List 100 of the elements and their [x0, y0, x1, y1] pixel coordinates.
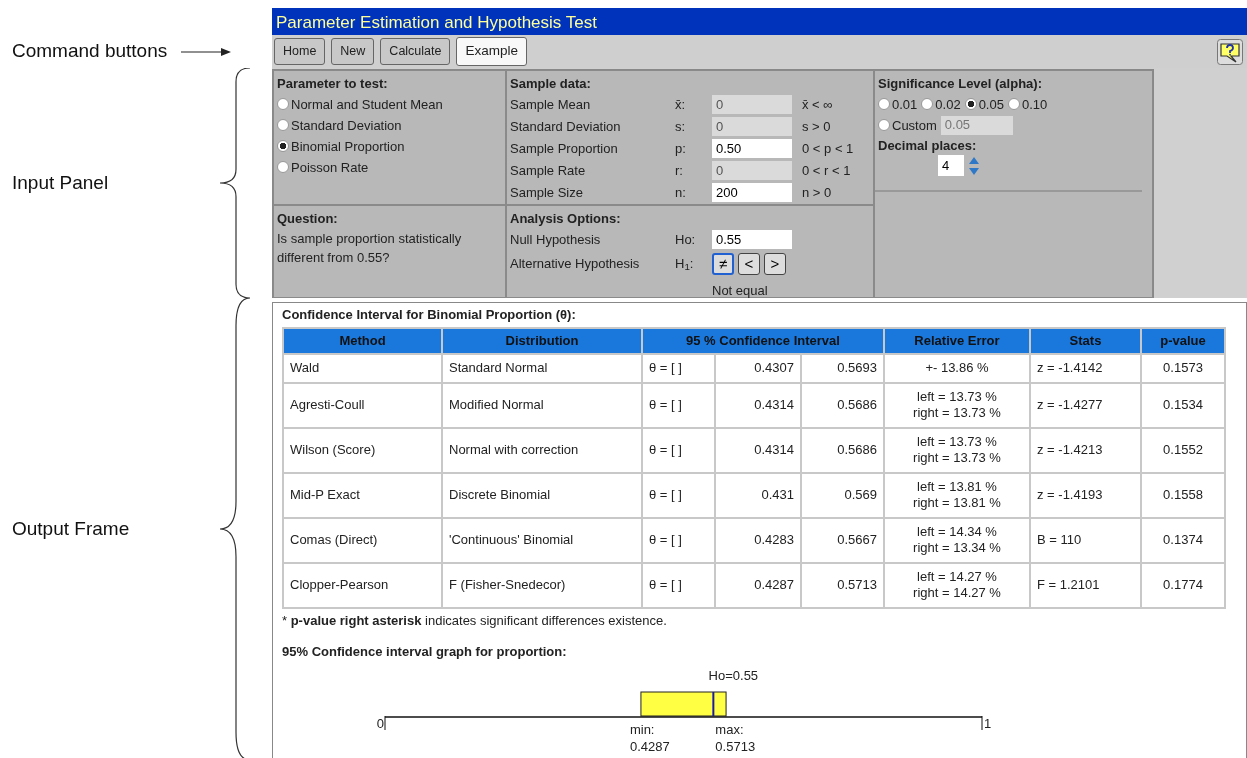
- radio-button[interactable]: [277, 161, 289, 173]
- table-cell: Standard Normal: [442, 353, 642, 383]
- table-cell: θ = [ ]: [642, 472, 715, 518]
- radio-label[interactable]: 0.05: [978, 93, 1004, 115]
- table-cell: 0.431: [715, 472, 801, 518]
- table-cell: left = 13.73 % right = 13.73 %: [884, 427, 1030, 473]
- constraint-label: x̄ < ∞: [801, 95, 834, 114]
- hypothesis-button[interactable]: ≠: [712, 252, 734, 275]
- table-cell: Discrete Binomial: [442, 472, 642, 518]
- field-label: Sample Proportion: [510, 139, 619, 158]
- table-cell: 0.569: [801, 472, 884, 518]
- table-cell: 0.5686: [801, 382, 884, 428]
- axis-label: 1: [984, 715, 992, 731]
- hypothesis-button[interactable]: >: [764, 252, 786, 275]
- constraint-label: 0 < p < 1: [801, 139, 855, 158]
- symbol-label: s:: [675, 117, 687, 136]
- field-label: Sample Mean: [510, 95, 592, 114]
- section-heading: Sample data:: [510, 75, 592, 93]
- table-cell: z = -1.4277: [1030, 382, 1141, 428]
- radio-label[interactable]: Standard Deviation: [291, 114, 402, 136]
- table-cell: 0.1374: [1141, 517, 1225, 563]
- table-cell: 0.1552: [1141, 427, 1225, 473]
- max-value: 0.5713: [715, 738, 756, 754]
- field-label: Null Hypothesis: [510, 230, 602, 249]
- hypothesis-label: Ho=0.55: [708, 667, 759, 683]
- field-label: Sample Size: [510, 183, 584, 202]
- radio-button[interactable]: [964, 98, 977, 110]
- radio-label[interactable]: Binomial Proportion: [291, 135, 405, 157]
- table-cell: 'Continuous' Binomial: [442, 517, 642, 563]
- field-label: Sample Rate: [510, 161, 587, 180]
- input-field[interactable]: 4: [938, 155, 964, 176]
- title-bar: Parameter Estimation and Hypothesis Test: [272, 8, 1247, 35]
- section-heading: Analysis Options:: [510, 210, 622, 228]
- radio-label[interactable]: Normal and Student Mean: [291, 93, 443, 115]
- field-label: Standard Deviation: [510, 117, 622, 136]
- toolbar-button[interactable]: Calculate: [380, 38, 451, 65]
- radio-button[interactable]: [277, 119, 289, 131]
- table-cell: θ = [ ]: [642, 382, 715, 428]
- min-label: min:: [629, 721, 655, 737]
- radio-button[interactable]: [1007, 98, 1020, 110]
- input-field[interactable]: 0.50: [712, 139, 792, 158]
- table-cell: F = 1.2101: [1030, 562, 1141, 608]
- radio-button[interactable]: [921, 98, 934, 110]
- arrow: [181, 46, 232, 57]
- column-header: 95 % Confidence Interval: [642, 327, 884, 354]
- radio-label[interactable]: 0.10: [1021, 93, 1048, 115]
- toolbar-button[interactable]: New: [331, 38, 375, 65]
- input-field[interactable]: 200: [712, 183, 792, 202]
- table-cell: 0.4287: [715, 562, 801, 608]
- table-cell: 0.4283: [715, 517, 801, 563]
- footnote: *p-value right asterisk indicates significant differences existence.: [282, 611, 668, 630]
- annotation-label: Command buttons: [11, 39, 168, 64]
- symbol-label: Ho:: [675, 230, 697, 249]
- constraint-label: n > 0: [801, 183, 833, 202]
- constraint-label: s > 0: [801, 117, 832, 136]
- help-icon[interactable]: [1217, 38, 1243, 65]
- table-cell: B = 110: [1030, 517, 1141, 563]
- table-cell: z = -1.4193: [1030, 472, 1141, 518]
- table-cell: Wald: [283, 353, 442, 383]
- radio-button[interactable]: [878, 98, 890, 110]
- table-cell: 0.5686: [801, 427, 884, 473]
- max-label: max:: [715, 721, 744, 737]
- symbol-label: H$_{1}$:: [675, 254, 695, 274]
- radio-label[interactable]: Poisson Rate: [291, 156, 369, 178]
- radio-label[interactable]: 0.02: [935, 93, 961, 115]
- spinner-icon[interactable]: [968, 155, 980, 176]
- section-heading: Question:: [277, 210, 339, 228]
- table-cell: Mid-P Exact: [283, 472, 442, 518]
- table-cell: +- 13.86 %: [884, 353, 1030, 383]
- hypothesis-button[interactable]: <: [738, 252, 760, 275]
- table-cell: Wilson (Score): [283, 427, 442, 473]
- column-header: Relative Error: [884, 327, 1030, 354]
- section-heading: Parameter to test:: [277, 75, 389, 93]
- toolbar-button[interactable]: Home: [274, 38, 326, 65]
- table-cell: left = 13.81 % right = 13.81 %: [884, 472, 1030, 518]
- column-header: Stats: [1030, 327, 1141, 354]
- radio-label[interactable]: 0.01: [892, 93, 918, 115]
- section-heading: Decimal places:: [878, 136, 978, 155]
- table-cell: Comas (Direct): [283, 517, 442, 563]
- input-field[interactable]: 0.55: [712, 230, 792, 249]
- table-cell: θ = [ ]: [642, 427, 715, 473]
- table-cell: 0.1534: [1141, 382, 1225, 428]
- table-cell: θ = [ ]: [642, 353, 715, 383]
- table-cell: 0.5713: [801, 562, 884, 608]
- graph-title: 95% Confidence interval graph for proportion:: [282, 643, 568, 661]
- table-cell: Clopper-Pearson: [283, 562, 442, 608]
- symbol-label: r:: [675, 161, 684, 180]
- axis-label: 0: [376, 715, 384, 731]
- symbol-label: n:: [675, 183, 687, 202]
- toolbar-button[interactable]: Example: [456, 37, 527, 66]
- radio-button[interactable]: [277, 140, 289, 152]
- table-cell: 0.5693: [801, 353, 884, 383]
- table-cell: F (Fisher-Snedecor): [442, 562, 642, 608]
- constraint-label: 0 < r < 1: [801, 161, 852, 180]
- annotation-label: Input Panel: [11, 170, 109, 195]
- table-cell: Agresti-Coull: [283, 382, 442, 428]
- radio-button[interactable]: [277, 98, 289, 110]
- table-cell: 0.5667: [801, 517, 884, 563]
- column-header: Method: [283, 327, 442, 354]
- table-cell: Normal with correction: [442, 427, 642, 473]
